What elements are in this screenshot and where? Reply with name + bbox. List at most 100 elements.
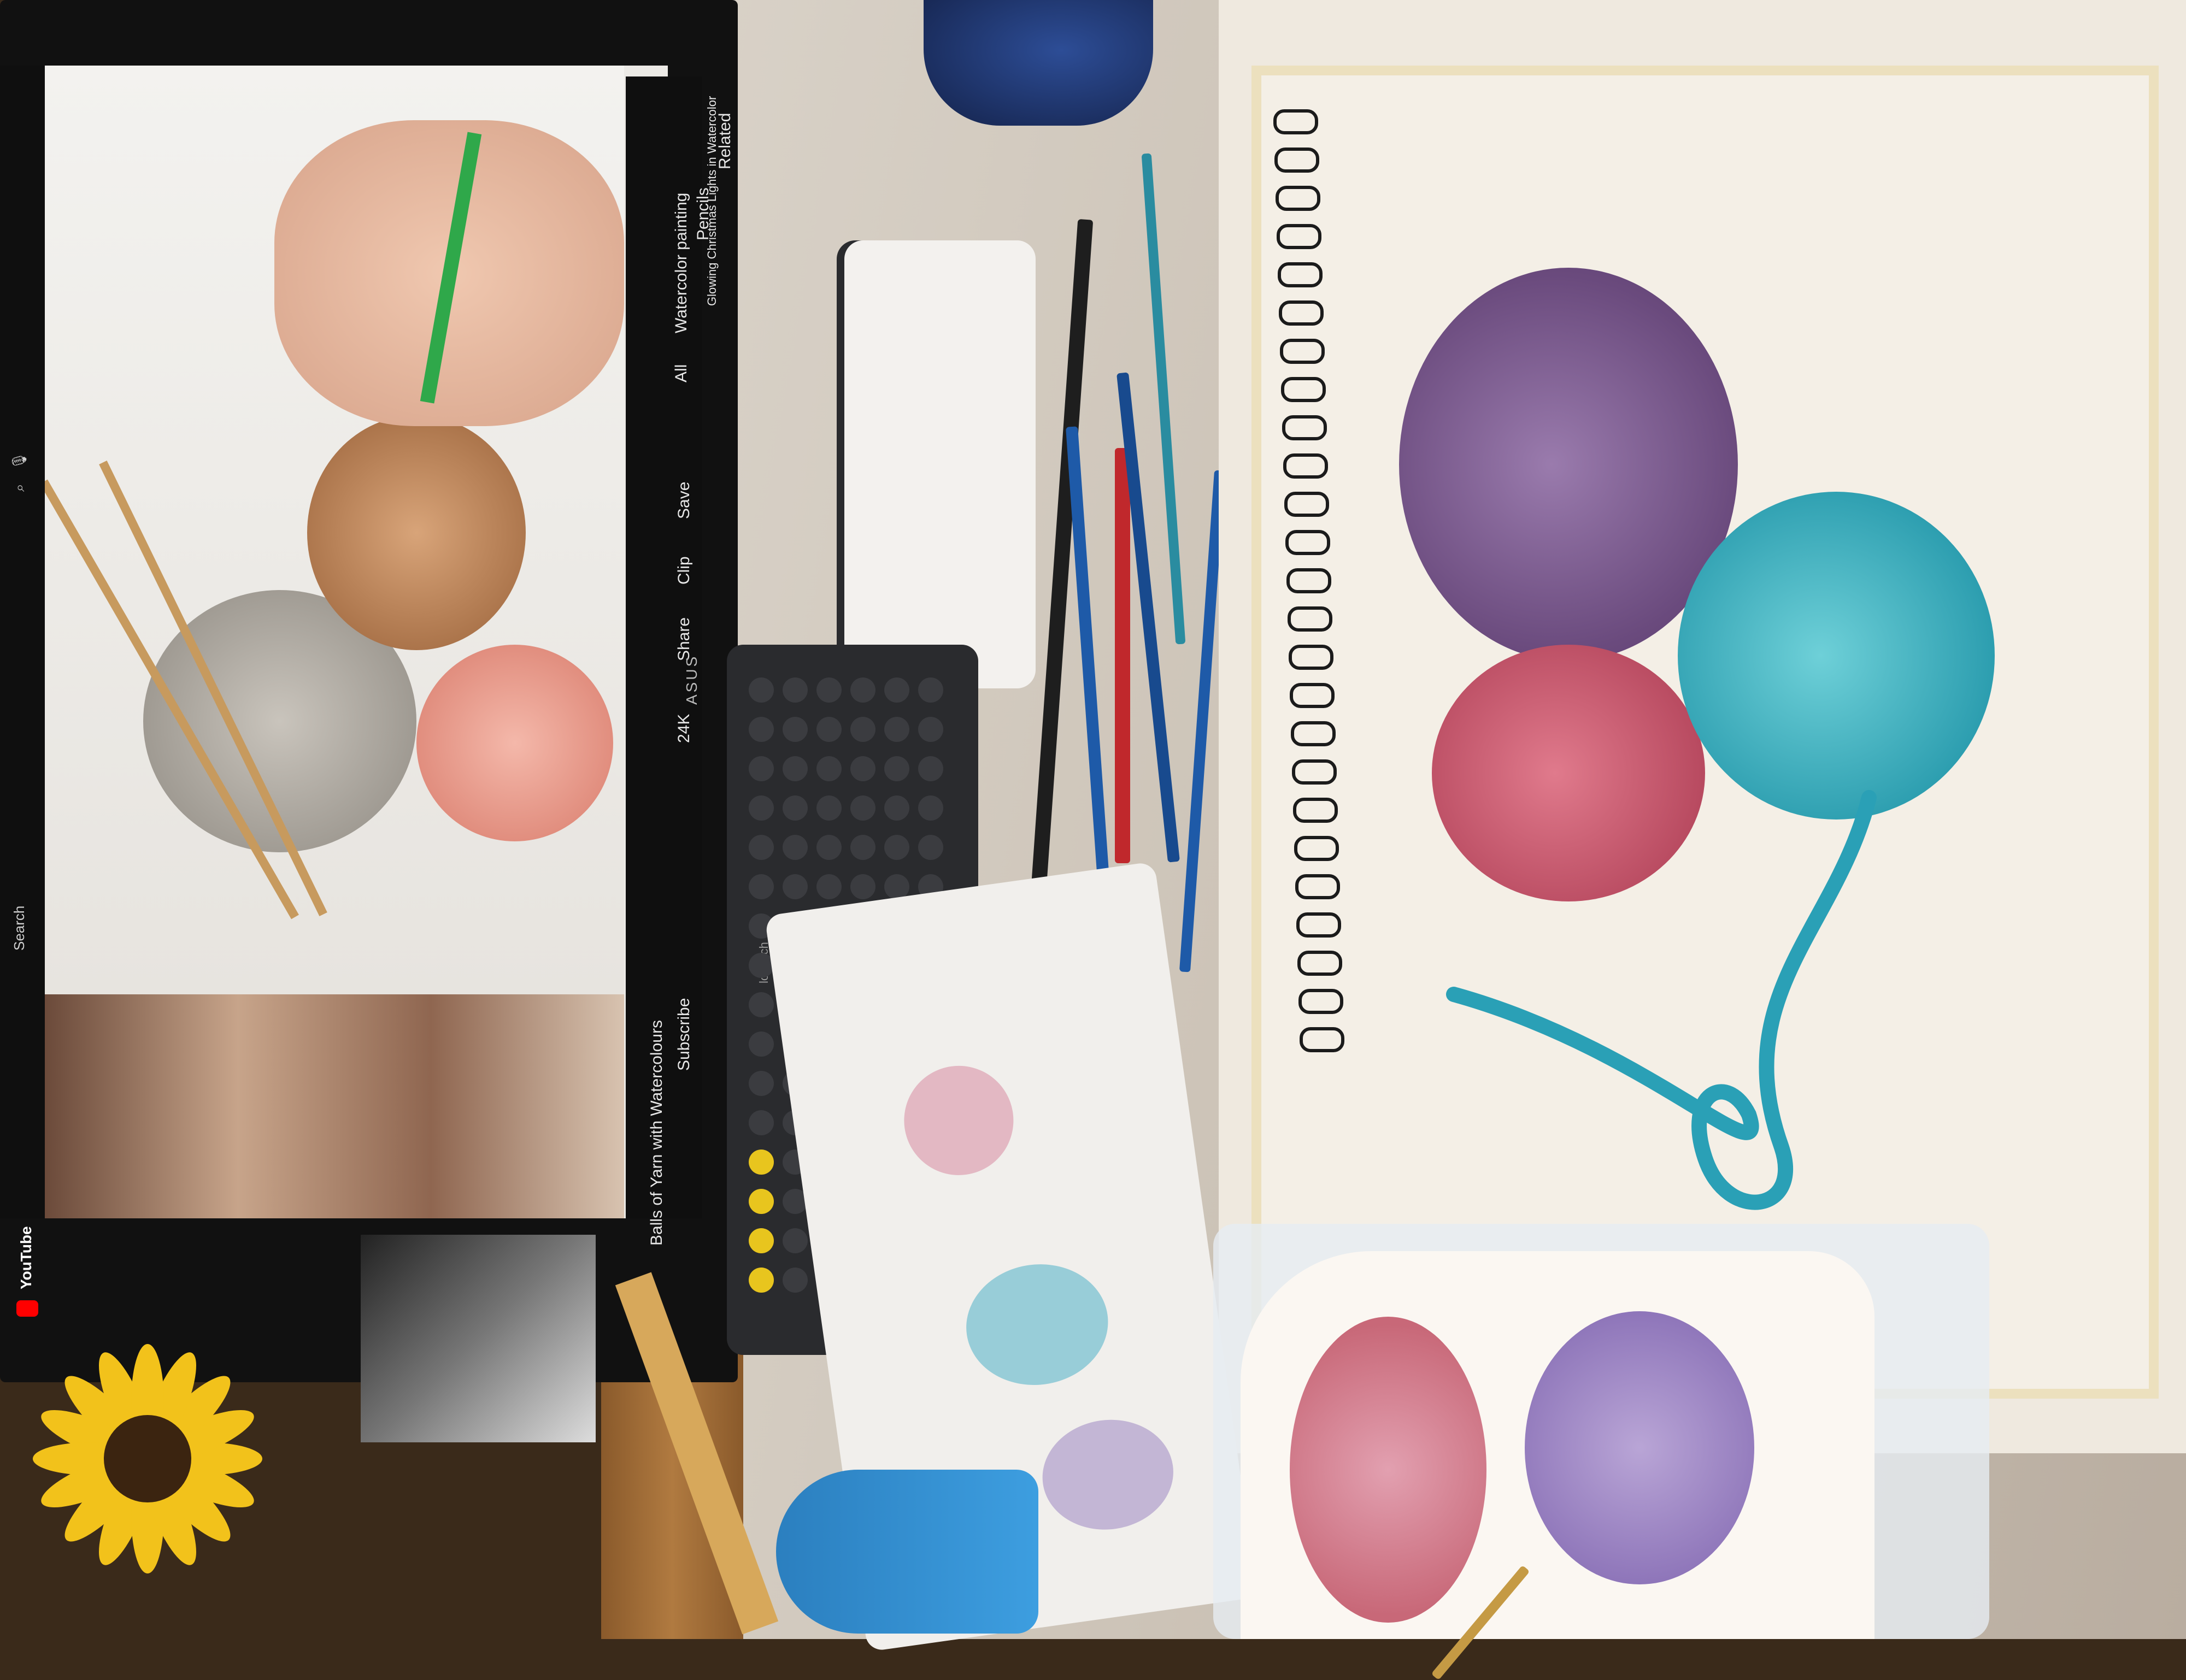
towel-stain-teal [958,1255,1116,1394]
keyboard-key[interactable] [783,717,808,742]
spiral-ring [1292,759,1337,785]
keyboard-key[interactable] [918,677,943,703]
keyboard-key[interactable] [816,717,842,742]
keyboard-key[interactable] [749,874,774,899]
keyboard-key[interactable] [749,795,774,821]
photo-scene: Search ⌕ 🎙 Balls of Yarn with Watercolou… [0,0,2186,1680]
spiral-ring [1283,453,1328,479]
youtube-left-rail: Search ⌕ 🎙 [0,66,45,1218]
mic-icon[interactable]: 🎙 [11,452,28,470]
video-pink-yarn [416,645,613,841]
keyboard-key[interactable] [749,1031,774,1057]
keyboard-key[interactable] [884,874,909,899]
monitor: Search ⌕ 🎙 Balls of Yarn with Watercolou… [0,0,738,1382]
keyboard-key[interactable] [918,795,943,821]
keyboard-key[interactable] [783,1268,808,1293]
keyboard-key[interactable] [749,1110,774,1135]
keyboard-key[interactable] [816,677,842,703]
keyboard-key[interactable] [884,835,909,860]
spiral-ring [1281,377,1326,402]
teal-yarn-strand [1446,790,1877,1210]
spiral-ring [1284,492,1329,517]
water-cup [776,1470,1038,1634]
youtube-logo-icon[interactable] [16,1300,38,1317]
keyboard-key[interactable] [884,795,909,821]
keyboard-key[interactable] [783,874,808,899]
spiral-ring [1300,1027,1344,1052]
spiral-ring [1285,530,1330,555]
keyboard-key[interactable] [749,992,774,1017]
keyboard-key[interactable] [850,795,875,821]
video-title[interactable]: Balls of Yarn with Watercolours [648,1020,666,1246]
keyboard-key[interactable] [749,756,774,781]
video-thumbnail-strip[interactable] [45,994,624,1218]
keyboard-key[interactable] [816,756,842,781]
keyboard-key[interactable] [884,717,909,742]
brush-red[interactable] [1115,448,1130,863]
clip-button[interactable]: Clip [675,556,694,585]
keyboard-key[interactable] [783,835,808,860]
keyboard-key[interactable] [918,756,943,781]
keyboard-key[interactable] [850,717,875,742]
spiral-ring [1273,109,1318,134]
keyboard-key[interactable] [749,1189,774,1214]
keyboard-key[interactable] [918,835,943,860]
photo-frame [361,1235,596,1442]
keyboard-key[interactable] [850,756,875,781]
keyboard-key[interactable] [749,677,774,703]
keyboard-key[interactable] [850,835,875,860]
towel-stain-purple [1035,1411,1181,1538]
spiral-ring [1276,186,1320,211]
spiral-ring [1278,262,1323,287]
keyboard-key[interactable] [884,756,909,781]
keyboard-key[interactable] [749,1071,774,1096]
spiral-ring [1277,224,1321,249]
spiral-ring [1295,874,1340,899]
keyboard-key[interactable] [918,717,943,742]
spiral-ring [1294,836,1339,861]
mouse[interactable] [924,0,1153,126]
paint-purple [1525,1311,1754,1584]
keyboard-key[interactable] [783,1228,808,1253]
spiral-ring [1288,606,1332,632]
like-count[interactable]: 24K [675,714,694,743]
sunflower [33,1344,262,1573]
keyboard-key[interactable] [850,677,875,703]
spiral-ring [1296,912,1341,938]
keyboard-key[interactable] [749,1150,774,1175]
chip-watercolor[interactable]: Watercolor painting [672,193,691,333]
keyboard-key[interactable] [816,795,842,821]
video-frame[interactable] [45,66,624,994]
keyboard-key[interactable] [783,677,808,703]
next-video-title[interactable]: Glowing Christmas Lights in Watercolor [705,96,719,306]
youtube-logo-text[interactable]: YouTube [17,1226,35,1289]
keyboard-key[interactable] [749,717,774,742]
spiral-ring [1286,568,1331,593]
keyboard-key[interactable] [884,677,909,703]
chip-all[interactable]: All [672,364,691,382]
keyboard-key[interactable] [783,756,808,781]
video-player[interactable] [45,66,668,1218]
search-label[interactable]: Search [11,906,28,951]
trackpad[interactable] [844,240,1036,688]
keyboard-key[interactable] [749,1228,774,1253]
keyboard-key[interactable] [850,874,875,899]
keyboard-key[interactable] [816,874,842,899]
search-icon[interactable]: ⌕ [11,484,28,492]
mixing-palette [1241,1251,1874,1639]
spiral-ring [1279,300,1324,326]
subscribe-button[interactable]: Subscribe [675,998,694,1071]
spiral-ring [1274,148,1319,173]
spiral-ring [1282,415,1327,440]
video-brown-yarn [307,415,526,650]
spiral-ring [1298,989,1343,1014]
save-button[interactable]: Save [675,482,694,519]
keyboard-key[interactable] [749,835,774,860]
keyboard-key[interactable] [816,835,842,860]
towel-stain-pink [897,1058,1021,1182]
spiral-ring [1291,721,1336,746]
keyboard-key[interactable] [749,1268,774,1293]
spiral-ring [1297,951,1342,976]
sunflower-center [104,1415,191,1502]
keyboard-key[interactable] [783,795,808,821]
